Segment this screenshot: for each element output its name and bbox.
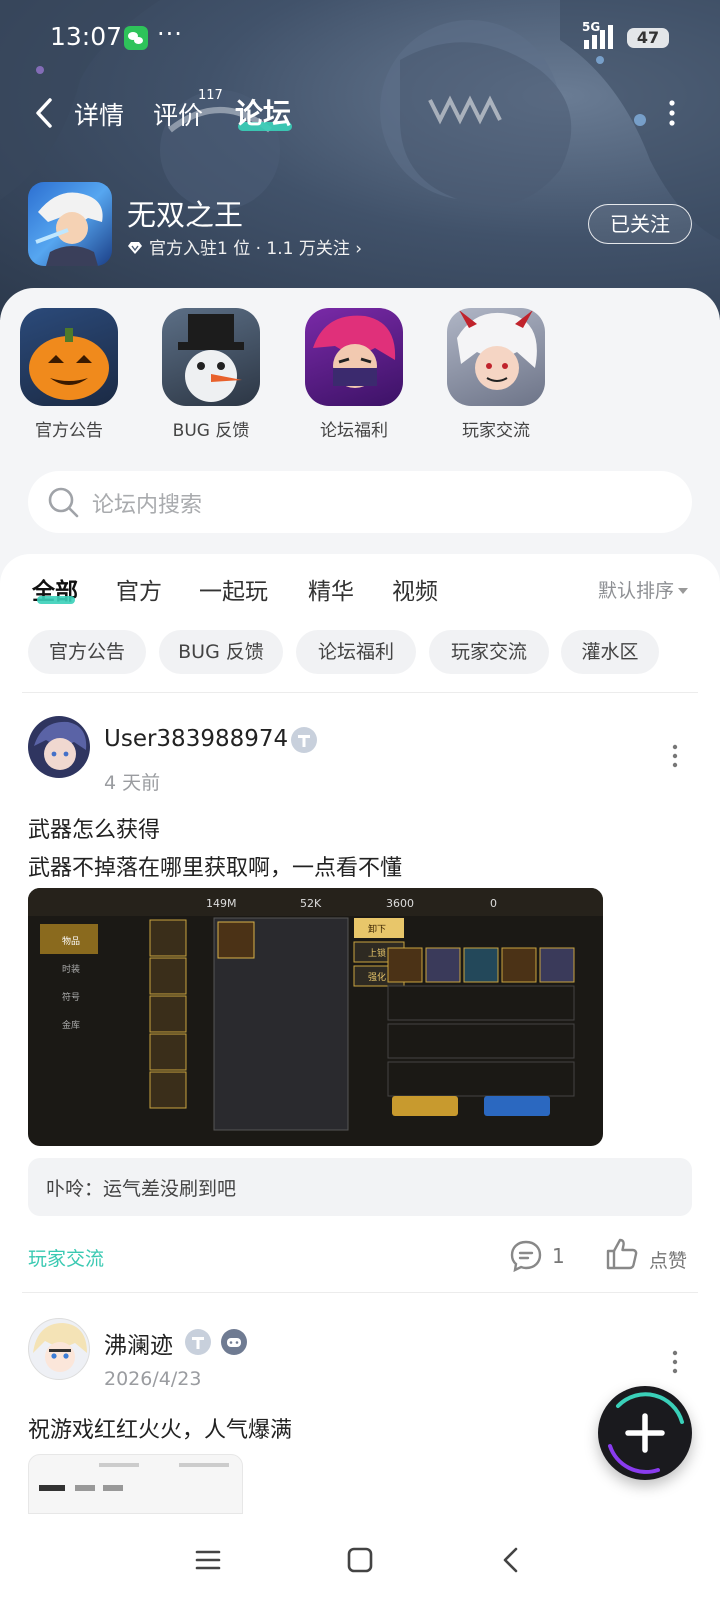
level-badge-icon [291, 727, 317, 753]
back-arrow-icon[interactable] [30, 96, 58, 130]
chip-forum-welfare[interactable]: 论坛福利 [296, 630, 416, 674]
category-forum-welfare[interactable]: 论坛福利 [289, 308, 419, 441]
post-image[interactable]: 149M 52K 3600 0 物品 时装 符号 金库 卸下 上锁 强化 [28, 888, 603, 1146]
diamond-icon [128, 242, 142, 254]
sort-dropdown[interactable]: 默认排序 [598, 576, 689, 603]
post-body: 武器不掉落在哪里获取啊，一点看不懂 [28, 856, 403, 881]
more-vertical-icon[interactable] [668, 98, 676, 128]
comment-icon[interactable] [508, 1238, 544, 1274]
reply-text: 卟呤：运气差没刷到吧 [46, 1178, 237, 1200]
tab-detail[interactable]: 详情 [74, 96, 124, 132]
system-navigation-bar [0, 1518, 720, 1600]
tab-forum[interactable]: 论坛 [235, 92, 291, 132]
feed-tab-play-together[interactable]: 一起玩 [199, 572, 268, 606]
home-icon[interactable] [344, 1544, 376, 1576]
category-label: BUG 反馈 [172, 421, 250, 441]
search-input[interactable]: 论坛内搜索 [92, 487, 202, 519]
post-username[interactable]: User383988974 [104, 726, 288, 752]
follow-button[interactable]: 已关注 [588, 204, 692, 244]
post-title: 祝游戏红红火火，人气爆满 [28, 1418, 293, 1443]
action-unequip: 卸下 [368, 923, 386, 935]
app-character-art [35, 192, 103, 266]
top-reply[interactable]: 卟呤：运气差没刷到吧 [28, 1158, 692, 1216]
search-icon [48, 487, 79, 518]
stat-other: 0 [490, 897, 497, 910]
status-bar: 13:07 ··· 5G 47 [0, 0, 720, 76]
app-icon[interactable] [28, 182, 112, 266]
menu-items: 物品 [62, 935, 80, 947]
sort-label: 默认排序 [598, 580, 675, 602]
post-more-icon[interactable] [672, 744, 678, 768]
chevron-right-icon: › [355, 239, 363, 259]
post-username[interactable]: 沸澜迹 [104, 1326, 173, 1360]
chip-official-announcement[interactable]: 官方公告 [28, 630, 146, 674]
post-more-icon[interactable] [672, 1350, 678, 1374]
search-bar[interactable]: 论坛内搜索 [28, 471, 692, 533]
post-image[interactable] [28, 1454, 243, 1514]
tab-review[interactable]: 评价 [153, 96, 203, 132]
category-row: 官方公告 BUG 反馈 论坛福利 玩家交流 [0, 308, 720, 441]
feed-tab-video[interactable]: 视频 [392, 572, 438, 606]
avatar[interactable] [28, 716, 90, 778]
menu-symbol: 符号 [62, 991, 80, 1003]
menu-vault: 金库 [62, 1019, 80, 1031]
top-navigation: 详情 评价 117 论坛 [0, 86, 720, 142]
stat-tickets: 3600 [386, 897, 414, 910]
post-feed: 全部 官方 一起玩 精华 视频 默认排序 官方公告 BUG 反馈 论坛福利 玩家… [0, 554, 720, 1518]
like-label[interactable]: 点赞 [649, 1246, 687, 1273]
category-bug-report[interactable]: BUG 反馈 [146, 308, 276, 441]
battery-indicator: 47 [627, 28, 669, 48]
post-time: 2026/4/23 [104, 1368, 202, 1390]
wechat-icon [124, 26, 148, 50]
stat-gold: 149M [206, 897, 237, 910]
pumpkin-icon [20, 308, 118, 406]
back-icon[interactable] [496, 1544, 528, 1576]
caret-down-icon [678, 588, 689, 594]
app-meta-text: 官方入驻1 位 · 1.1 万关注 [149, 239, 350, 259]
category-label: 玩家交流 [462, 421, 530, 441]
game-inventory-screenshot: 149M 52K 3600 0 物品 时装 符号 金库 卸下 上锁 强化 [28, 888, 603, 1131]
chip-bug-report[interactable]: BUG 反馈 [159, 630, 283, 674]
app-screenshot-thumbnail [39, 1463, 229, 1491]
thumbs-up-icon[interactable] [604, 1236, 640, 1272]
chip-player-exchange[interactable]: 玩家交流 [429, 630, 549, 674]
feed-tab-featured[interactable]: 精华 [308, 572, 354, 606]
app-name: 无双之王 [127, 198, 244, 232]
stat-gems: 52K [300, 897, 322, 910]
category-label: 论坛福利 [320, 421, 388, 441]
action-enhance: 强化 [368, 971, 386, 983]
header-banner: 13:07 ··· 5G 47 详情 评价 117 论坛 无双之王 官方入驻1 … [0, 0, 720, 320]
review-count-badge: 117 [198, 88, 223, 103]
category-official-announcement[interactable]: 官方公告 [4, 308, 134, 441]
comment-count: 1 [552, 1244, 565, 1268]
create-post-button[interactable] [598, 1386, 692, 1480]
category-label: 官方公告 [35, 421, 103, 441]
snowman-icon [162, 308, 260, 406]
gamepad-badge-icon [221, 1329, 247, 1355]
post-time: 4 天前 [104, 772, 161, 794]
horned-character-icon [447, 308, 545, 406]
feed-tab-official[interactable]: 官方 [116, 572, 162, 606]
level-badge-icon [185, 1329, 211, 1355]
category-player-exchange[interactable]: 玩家交流 [431, 308, 561, 441]
action-lock: 上锁 [368, 947, 386, 959]
more-notifications-icon: ··· [157, 20, 183, 48]
menu-costume: 时装 [62, 963, 80, 975]
ninja-avatar-icon [305, 308, 403, 406]
plus-icon [608, 1392, 684, 1474]
feed-tab-indicator [37, 596, 75, 604]
post-topic-link[interactable]: 玩家交流 [28, 1244, 104, 1271]
chip-chit-chat[interactable]: 灌水区 [561, 630, 659, 674]
divider [22, 692, 698, 693]
divider [22, 1292, 698, 1293]
status-time: 13:07 [50, 22, 123, 51]
menu-icon[interactable] [192, 1544, 224, 1576]
app-info: 无双之王 官方入驻1 位 · 1.1 万关注 › 已关注 [0, 182, 720, 272]
post-title: 武器怎么获得 [28, 818, 161, 843]
app-meta[interactable]: 官方入驻1 位 · 1.1 万关注 › [127, 234, 362, 259]
avatar[interactable] [28, 1318, 90, 1380]
forum-sheet: 官方公告 BUG 反馈 论坛福利 玩家交流 论坛内搜索 全部 官方 一起玩 精华… [0, 288, 720, 1518]
signal-icon [584, 25, 613, 49]
